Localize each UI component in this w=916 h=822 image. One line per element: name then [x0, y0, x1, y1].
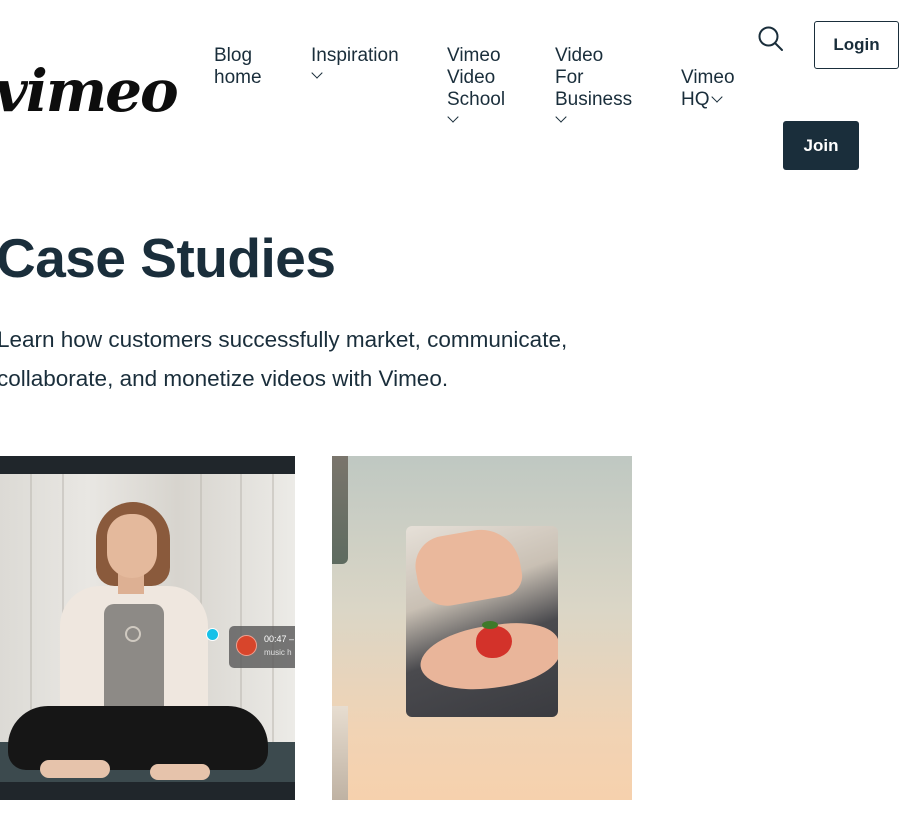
nav-blog-home-label: Blog home [214, 45, 262, 88]
adjacent-image-edge [332, 456, 348, 564]
vimeo-logo[interactable]: vimeo [0, 62, 179, 120]
nav-inspiration[interactable]: Inspiration [311, 45, 399, 79]
comment-timestamp: 00:47 – [264, 634, 295, 644]
avatar [236, 635, 257, 656]
nav-vimeo-hq[interactable]: Vimeo HQ [681, 45, 735, 111]
case-study-card-2[interactable] [332, 456, 632, 800]
join-button[interactable]: Join [783, 121, 859, 170]
timeline-marker-dot [206, 628, 219, 641]
woman-meditating-image: 00:47 – music h [0, 474, 295, 782]
nav-inspiration-label: Inspiration [311, 45, 399, 66]
page: vimeo Blog home Inspiration Vimeo Video … [0, 0, 916, 822]
chevron-down-icon [555, 111, 567, 123]
page-title: Case Studies [0, 227, 336, 289]
chevron-down-icon [710, 91, 723, 103]
comment-text: music h [264, 648, 292, 657]
search-icon [758, 26, 783, 51]
search-button[interactable] [757, 25, 785, 53]
adjacent-image-edge [332, 706, 348, 800]
login-button[interactable]: Login [814, 21, 899, 69]
case-study-card-1[interactable]: 00:47 – music h [0, 456, 295, 800]
video-comment-bubble: 00:47 – music h [229, 626, 295, 668]
nav-blog-home[interactable]: Blog home [214, 45, 262, 89]
nav-video-for-business-label: Video For Business [555, 45, 633, 110]
chevron-down-icon [311, 67, 323, 79]
hands-strawberry-image [406, 526, 558, 717]
chevron-down-icon [447, 111, 459, 123]
page-description: Learn how customers successfully market,… [0, 327, 568, 391]
nav-vimeo-video-school[interactable]: Vimeo Video School [447, 45, 506, 123]
nav-vimeo-hq-label-line1: Vimeo HQ [681, 67, 735, 110]
nav-vimeo-video-school-label: Vimeo Video School [447, 45, 506, 110]
nav-vimeo-hq-label: Vimeo HQ [681, 67, 735, 110]
nav-video-for-business[interactable]: Video For Business [555, 45, 633, 123]
